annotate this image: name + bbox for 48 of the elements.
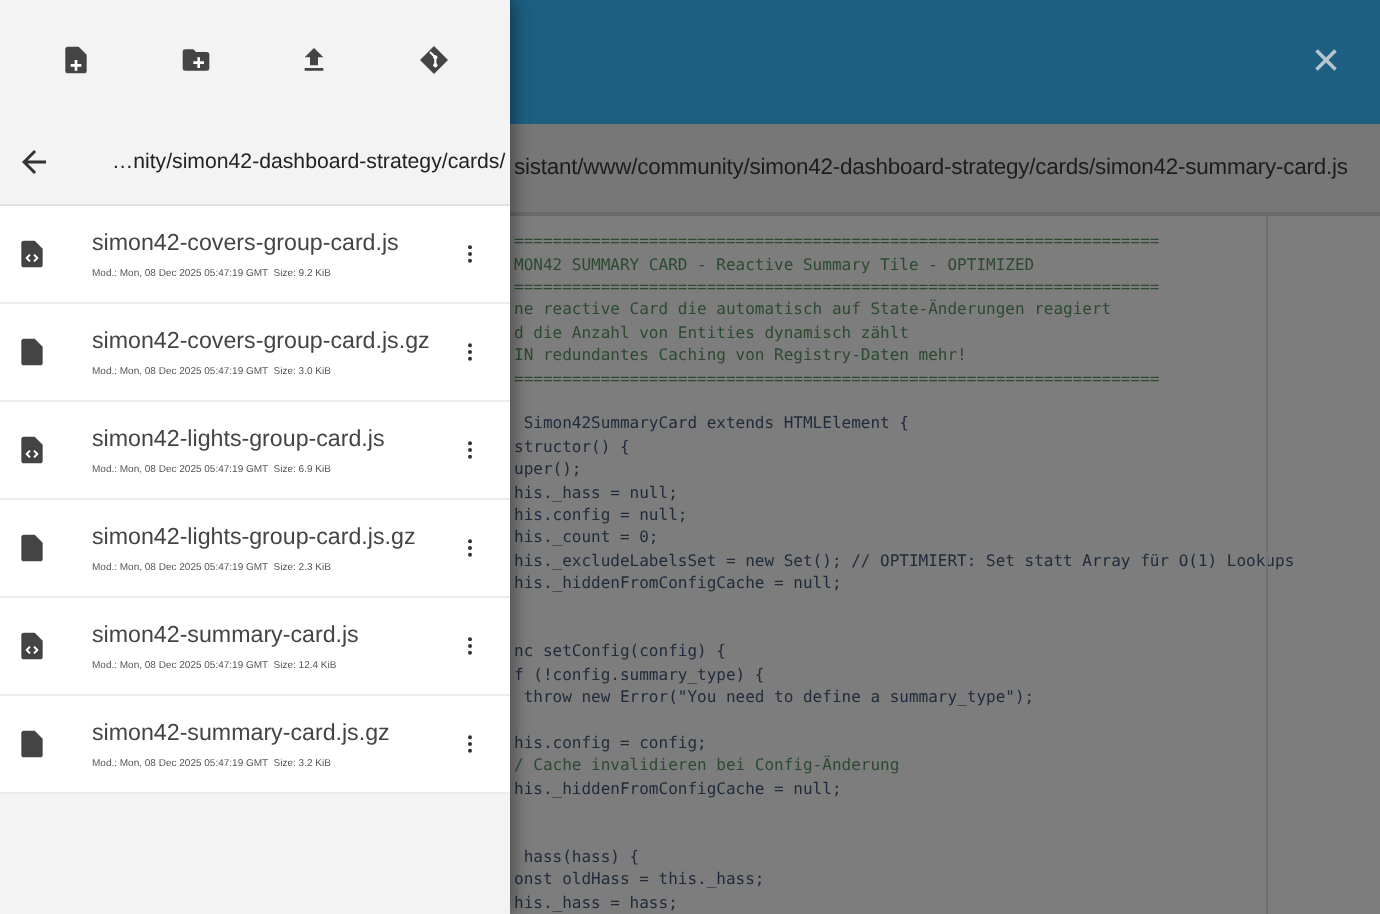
code-line: Simon42SummaryCard extends HTMLElement { <box>521 412 911 436</box>
file-name: simon42-summary-card.js <box>92 621 361 647</box>
more-options-icon[interactable] <box>466 636 474 656</box>
code-line: structor() { <box>512 435 632 459</box>
more-options-icon[interactable] <box>466 440 474 460</box>
more-options-icon[interactable] <box>466 342 474 362</box>
code-line: d die Anzahl von Entities dynamisch zählt <box>512 321 911 345</box>
more-options-icon[interactable] <box>466 538 474 558</box>
code-file-icon <box>16 238 48 270</box>
code-line: onst oldHass = this._hass; <box>512 868 767 892</box>
file-name: simon42-lights-group-card.js <box>92 425 387 451</box>
code-line: throw new Error("You need to define a summary_type"); <box>521 686 1037 709</box>
code-line: MON42 SUMMARY CARD - Reactive Summary Tile - OPTIMIZED <box>512 253 1037 277</box>
code-line: his._hiddenFromConfigCache = null; <box>512 572 844 596</box>
file-name: simon42-covers-group-card.js.gz <box>92 327 432 353</box>
code-line: his.config = config; <box>512 731 709 755</box>
file-name: simon42-lights-group-card.js.gz <box>92 523 418 549</box>
code-line: his._hass = hass; <box>512 891 680 914</box>
folder-path: …nity/simon42-dashboard-strategy/cards/ <box>112 150 506 174</box>
code-line: his.config = null; <box>512 503 690 527</box>
file-icon <box>16 728 48 760</box>
code-file-icon <box>16 630 48 662</box>
code-line: uper(); <box>512 458 584 482</box>
git-icon[interactable] <box>418 44 451 76</box>
code-file-icon <box>16 434 48 466</box>
new-file-icon[interactable] <box>59 44 92 76</box>
file-icon <box>16 336 48 368</box>
file-path: sistant/www/community/simon42-dashboard-strategy/cards/simon42-summary-card.js <box>512 155 1348 180</box>
code-line: =================================================================== <box>512 367 1162 391</box>
code-line: nc setConfig(config) { <box>512 640 728 664</box>
code-line: / Cache invalidieren bei Config-Änderung <box>512 754 902 778</box>
code-line: his._hiddenFromConfigCache = null; <box>512 777 844 801</box>
file-name: simon42-summary-card.js.gz <box>92 719 392 745</box>
code-line: his._hass = null; <box>512 481 680 504</box>
code-line: f (!config.summary_type) { <box>512 663 767 687</box>
code-line: =================================================================== <box>512 276 1162 299</box>
file-name: simon42-covers-group-card.js <box>92 229 401 255</box>
code-line: =================================================================== <box>512 230 1162 254</box>
code-line: his._excludeLabelsSet = new Set(); // OPTIMIERT: Set statt Array für O(1) Lookups <box>512 549 1297 573</box>
more-options-icon[interactable] <box>466 244 474 264</box>
code-line: hass(hass) { <box>521 845 642 869</box>
new-folder-icon[interactable] <box>179 44 212 76</box>
file-icon <box>16 532 48 564</box>
code-line: ne reactive Card die automatisch auf State-Änderungen reagiert <box>512 298 1114 322</box>
code-line: his._count = 0; <box>512 526 661 550</box>
close-button[interactable]: × <box>1311 33 1340 90</box>
more-options-icon[interactable] <box>466 734 474 754</box>
code-line: IN redundantes Caching von Registry-Daten mehr! <box>512 344 969 368</box>
